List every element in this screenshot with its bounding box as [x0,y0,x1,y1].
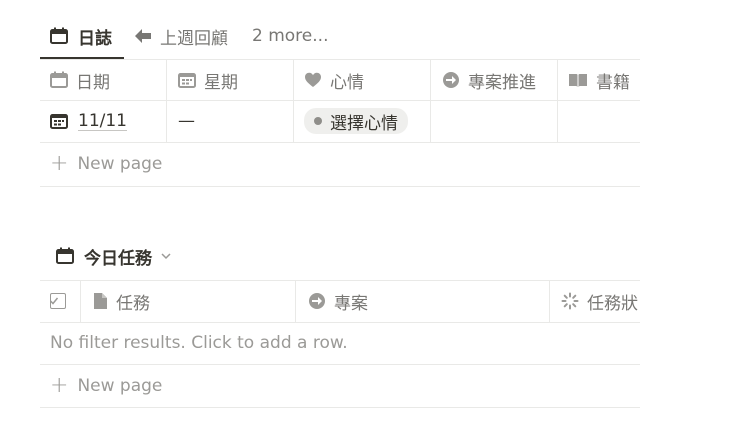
tasks-new-page-button[interactable]: + New page [50,366,162,406]
mood-select-tag[interactable]: 選擇心情 [304,108,408,134]
calendar-grid-icon [50,114,68,129]
tag-dot [314,117,322,125]
arrow-circle-right-icon [309,293,325,309]
checkbox-icon [49,293,66,309]
calendar-grid-icon [178,73,196,88]
weekday-cell[interactable]: — [178,101,195,141]
plus-icon: + [50,151,69,176]
column-divider [293,60,294,142]
loading-status-icon [561,292,579,310]
heart-icon [305,72,321,87]
tab-journal[interactable]: 日誌 [50,14,112,58]
column-header-project[interactable]: 專案 [308,281,368,321]
new-page-label: New page [77,376,163,396]
column-divider [430,60,431,142]
column-header-mood[interactable]: 心情 [304,60,364,100]
column-divider [295,281,296,322]
document-icon [94,293,107,309]
empty-filter-message[interactable]: No filter results. Click to add a row. [50,323,348,363]
column-header-books[interactable]: 書籍 [568,60,630,100]
column-header-label: 任務狀 [587,293,638,314]
mood-select-label: 選擇心情 [330,113,398,134]
more-views-button[interactable]: 2 more... [252,14,328,58]
tab-last-week-review-label: 上週回顧 [160,28,228,49]
calendar-icon [56,247,74,264]
row-divider [40,142,640,143]
column-divider [80,281,81,322]
column-header-label: 專案 [334,293,368,314]
arrow-circle-right-icon [443,72,459,88]
row-divider [40,186,640,187]
book-icon [569,74,587,87]
row-divider [40,280,640,281]
calendar-icon [50,71,68,88]
row-divider [40,364,640,365]
chevron-down-icon[interactable] [160,250,172,262]
mood-cell[interactable]: 選擇心情 [304,101,408,141]
column-divider [166,60,167,142]
column-header-label: 心情 [330,72,364,93]
column-header-task-status[interactable]: 任務狀 [561,281,638,321]
column-header-done[interactable] [49,281,66,321]
plus-icon: + [50,373,69,398]
tab-journal-label: 日誌 [78,28,112,49]
column-header-date[interactable]: 日期 [50,60,110,100]
column-divider [557,60,558,142]
column-header-label: 書籍 [596,72,630,93]
calendar-icon [50,27,68,44]
column-header-label: 專案推進 [468,72,536,93]
row-divider [40,407,640,408]
new-page-label: New page [77,154,163,174]
journal-new-page-button[interactable]: + New page [50,144,162,184]
column-header-label: 日期 [76,72,110,93]
column-header-label: 任務 [116,293,150,314]
date-cell[interactable]: 11/11 [50,101,127,141]
column-header-project-progress[interactable]: 專案推進 [442,60,536,100]
column-header-label: 星期 [204,72,238,93]
column-header-weekday[interactable]: 星期 [178,60,238,100]
arrow-left-icon [135,29,151,43]
date-value[interactable]: 11/11 [78,111,127,131]
column-divider [549,281,550,322]
tasks-view-title[interactable]: 今日任務 [56,241,172,271]
column-header-task[interactable]: 任務 [92,281,150,321]
tab-last-week-review[interactable]: 上週回顧 [134,14,228,58]
view-tabs: 日誌 上週回顧 2 more... [40,14,640,60]
tasks-view-title-label: 今日任務 [84,248,152,269]
